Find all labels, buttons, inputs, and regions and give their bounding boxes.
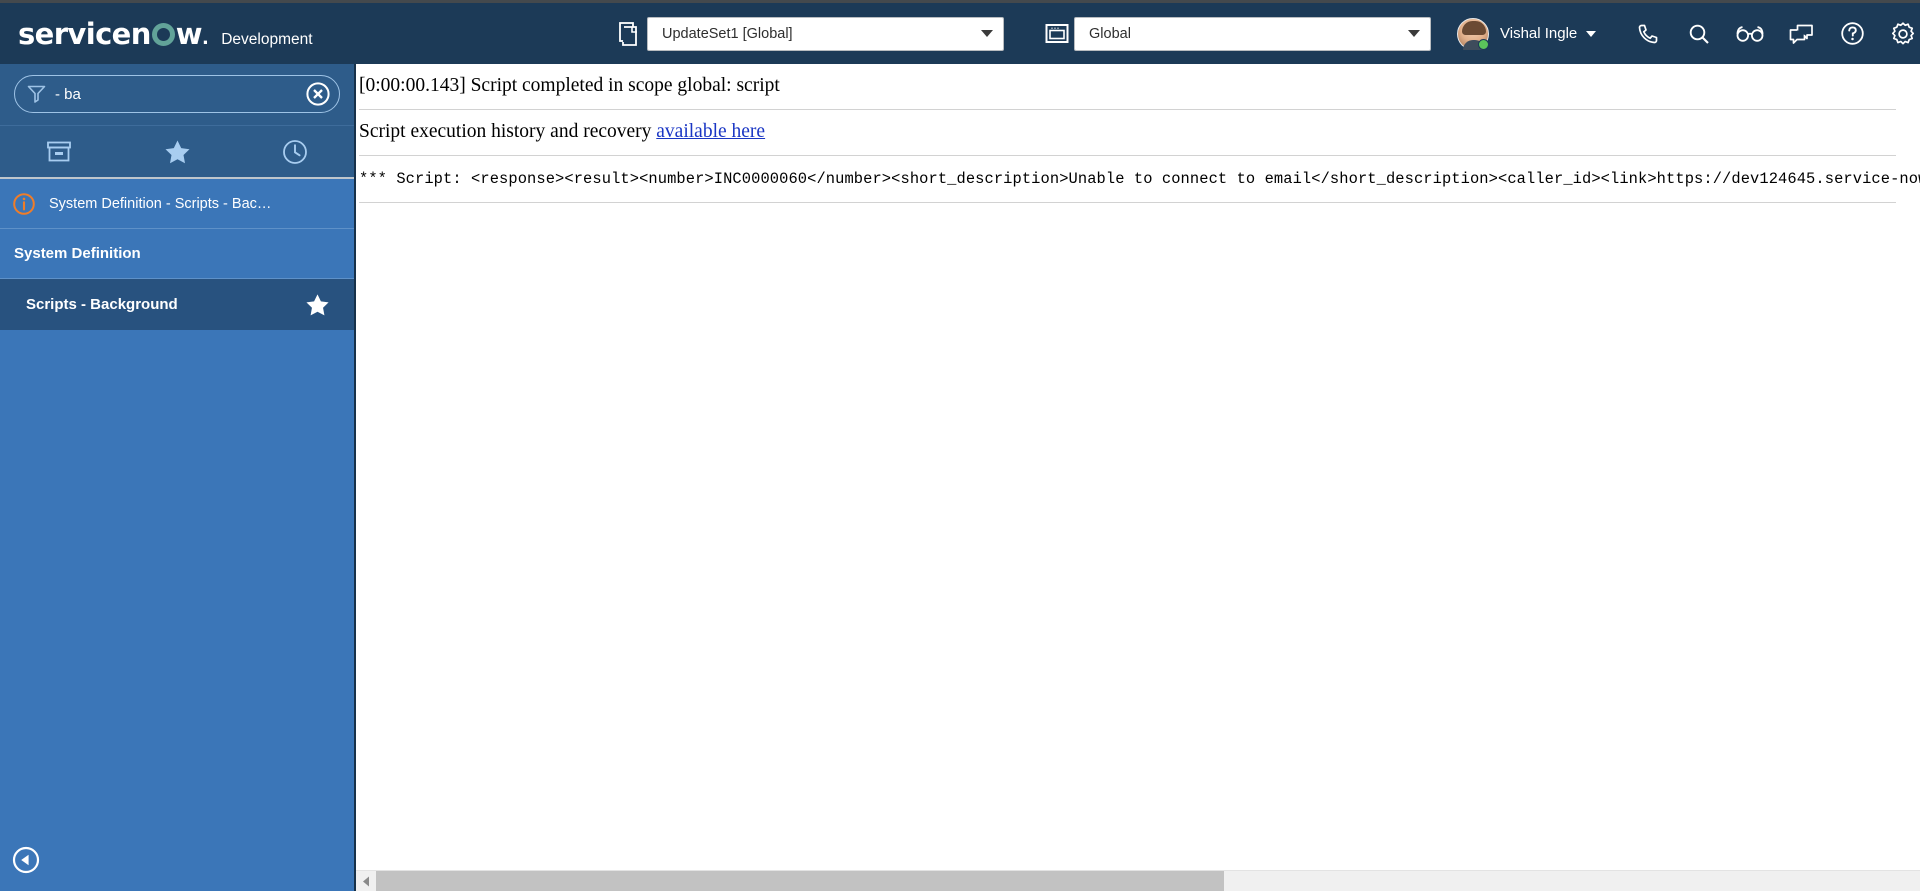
funnel-filter-icon [27,84,46,104]
script-output-line: *** Script: <response><result><number>IN… [359,170,1920,188]
script-history-line: Script execution history and recovery av… [359,110,1920,155]
logo-text-right: w [175,16,203,51]
output-separator [359,202,1896,203]
application-scope-value: Global [1089,25,1131,42]
sidebar-footer [0,829,354,891]
header-icon-strip [1633,19,1918,49]
search-icon[interactable] [1684,19,1714,49]
sidebar-item-scripts-background[interactable]: Scripts - Background [0,279,354,330]
phone-icon[interactable] [1633,19,1663,49]
main-content: [0:00:00.143] Script completed in scope … [356,64,1920,891]
user-menu[interactable]: Vishal Ingle [1457,17,1597,50]
sidebar-item-tab-history[interactable] [236,126,354,177]
glasses-icon[interactable] [1735,19,1765,49]
application-scope-select[interactable]: Global [1074,16,1431,51]
servicenow-logo[interactable]: servicen w. [18,16,209,51]
update-set-control: UpdateSet1 [Global] [613,16,1004,51]
navigator-tab-row [0,125,354,179]
scrollbar-track[interactable] [376,871,1920,891]
update-set-select[interactable]: UpdateSet1 [Global] [647,16,1004,51]
scrollbar-thumb[interactable] [376,871,1224,891]
star-icon[interactable] [305,293,330,317]
navigator-recent-info-text: System Definition - Scripts - Bac… [49,195,272,212]
presence-online-indicator [1478,38,1489,50]
logo-dot: . [201,27,209,49]
top-banner: servicen w. Development UpdateSet1 [Globa… [0,0,1920,64]
collapse-left-icon[interactable] [12,846,40,874]
servicenow-app: servicen w. Development UpdateSet1 [Globa… [0,0,1920,891]
brand-block: servicen w. Development [0,17,600,51]
chevron-down-icon [1408,30,1420,37]
script-output-pane: [0:00:00.143] Script completed in scope … [356,64,1920,870]
sidebar-item-tab-all[interactable] [0,126,118,177]
sidebar-group-system-definition[interactable]: System Definition [0,229,354,279]
chevron-down-icon [981,30,993,37]
avatar [1457,17,1489,50]
logo-ring-glyph [151,22,175,46]
clear-circle-x-icon[interactable] [305,81,331,107]
filter-zone: - ba [0,64,354,125]
box-all-icon [46,140,72,164]
chevron-down-icon [1586,30,1597,37]
help-icon[interactable] [1837,19,1867,49]
body-row: - ba System Definition - Scripts - Bac… … [0,64,1920,891]
scroll-left-arrow-icon[interactable] [356,871,376,891]
navigator-results: System Definition - Scripts - Bac… Syste… [0,179,354,829]
logo-text-left: servicen [18,16,151,51]
star-icon [164,139,191,165]
navigator-filter-box[interactable]: - ba [14,75,340,113]
available-here-link[interactable]: available here [656,121,765,142]
sidebar-item-tab-favorites[interactable] [118,126,236,177]
update-set-value: UpdateSet1 [Global] [662,25,793,42]
clock-history-icon [282,139,308,165]
navigator-recent-info-row[interactable]: System Definition - Scripts - Bac… [0,179,354,229]
conversations-icon[interactable] [1786,19,1816,49]
script-history-text: Script execution history and recovery [359,121,657,142]
application-navigator-sidebar: - ba System Definition - Scripts - Bac… … [0,64,356,891]
horizontal-scrollbar[interactable] [356,870,1920,891]
navigator-filter-value[interactable]: - ba [55,86,305,103]
instance-name: Development [221,30,313,48]
gear-icon[interactable] [1888,19,1918,49]
sidebar-group-label: System Definition [14,245,141,262]
script-status-line: [0:00:00.143] Script completed in scope … [359,75,780,96]
application-window-icon[interactable] [1040,17,1074,51]
sidebar-item-label: Scripts - Background [26,296,178,313]
copy-documents-icon[interactable] [613,17,647,51]
info-circle-icon [12,192,36,216]
application-scope-control: Global [1040,16,1431,51]
user-name: Vishal Ingle [1500,25,1578,42]
